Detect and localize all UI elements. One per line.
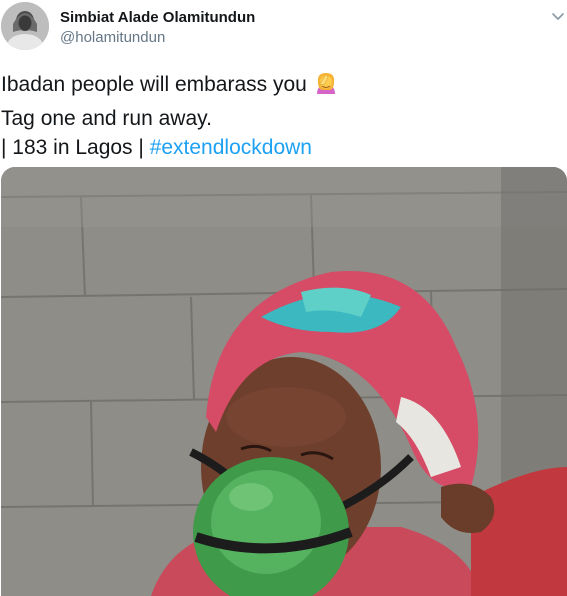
tweet-text-line-2: Tag one and run away.	[1, 107, 212, 130]
author-handle[interactable]: @holamitundun	[60, 29, 165, 46]
tweet-text-line-3: | 183 in Lagos | #extendlockdown	[1, 133, 561, 162]
hashtag-link[interactable]: #extendlockdown	[150, 136, 312, 159]
tweet-text-prefix: | 183 in Lagos |	[1, 136, 150, 159]
tweet-text-line-1: Ibadan people will embarass you	[1, 70, 561, 104]
tweet-text-content-1: Ibadan people will embarass you	[1, 73, 307, 96]
tweet-card: Simbiat Alade Olamitundun @holamitundun …	[0, 0, 567, 596]
photo-illustration	[1, 167, 567, 596]
avatar-image	[1, 2, 49, 50]
author-name[interactable]: Simbiat Alade Olamitundun	[60, 9, 255, 26]
chevron-down-icon[interactable]	[550, 8, 566, 24]
tweet-text: Ibadan people will embarass you Tag one …	[1, 70, 561, 162]
tweet-photo[interactable]	[1, 167, 567, 596]
woman-facepalming-emoji-icon	[313, 70, 339, 104]
avatar[interactable]	[1, 2, 49, 50]
